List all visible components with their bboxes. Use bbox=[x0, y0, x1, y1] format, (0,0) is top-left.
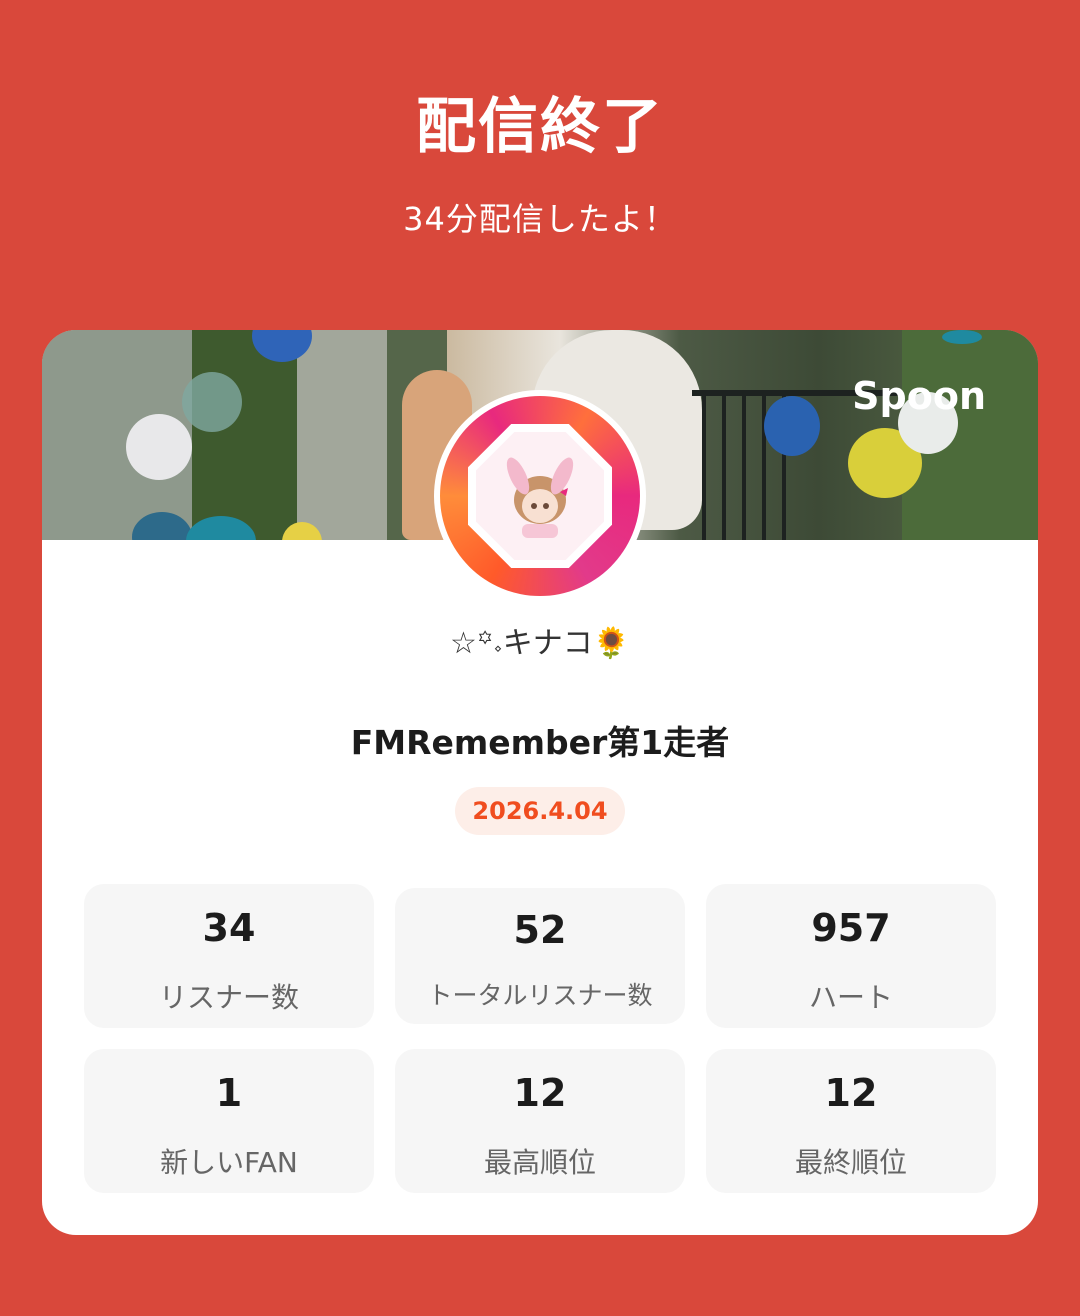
stat-final-rank: 12 最終順位 bbox=[706, 1049, 996, 1193]
date-badge: 2026.4.04 bbox=[455, 787, 625, 835]
stat-hearts: 957 ハート bbox=[706, 884, 996, 1028]
stat-label: トータルリスナー数 bbox=[427, 981, 653, 1010]
stat-value: 34 bbox=[202, 906, 256, 950]
live-title: FMRemember第1走者 bbox=[350, 723, 730, 762]
live-summary-card: Spoon ☆꙳𝆹キナコ🌻 FMRemember第1走者 2026.4.04 3… bbox=[42, 330, 1038, 1235]
page-title: 配信終了 bbox=[416, 92, 664, 162]
host-nickname: ☆꙳𝆹キナコ🌻 bbox=[449, 626, 631, 661]
avatar-image bbox=[440, 396, 640, 596]
stat-new-fans: 1 新しいFAN bbox=[84, 1049, 374, 1193]
broadcast-duration-text: 34分配信したよ！ bbox=[403, 200, 677, 238]
stat-label: 新しいFAN bbox=[160, 1146, 298, 1179]
stat-value: 12 bbox=[513, 1071, 567, 1115]
stat-value: 1 bbox=[215, 1071, 243, 1115]
stat-label: リスナー数 bbox=[158, 981, 299, 1014]
live-end-screen: 配信終了 34分配信したよ！ Spoon ☆꙳𝆹キナコ🌻 FMRemember第… bbox=[0, 0, 1080, 1316]
stat-highest-rank: 12 最高順位 bbox=[395, 1049, 685, 1193]
stat-value: 12 bbox=[824, 1071, 878, 1115]
stat-value: 52 bbox=[513, 908, 567, 952]
stat-total-listeners: 52 トータルリスナー数 bbox=[395, 888, 685, 1024]
stat-label: 最終順位 bbox=[794, 1146, 907, 1179]
stat-label: 最高順位 bbox=[483, 1146, 596, 1179]
stat-label: ハート bbox=[808, 981, 893, 1014]
avatar[interactable] bbox=[434, 390, 646, 602]
spoon-logo: Spoon bbox=[852, 374, 986, 418]
character-illustration bbox=[506, 457, 574, 538]
stat-value: 957 bbox=[811, 906, 891, 950]
stat-listeners: 34 リスナー数 bbox=[84, 884, 374, 1028]
